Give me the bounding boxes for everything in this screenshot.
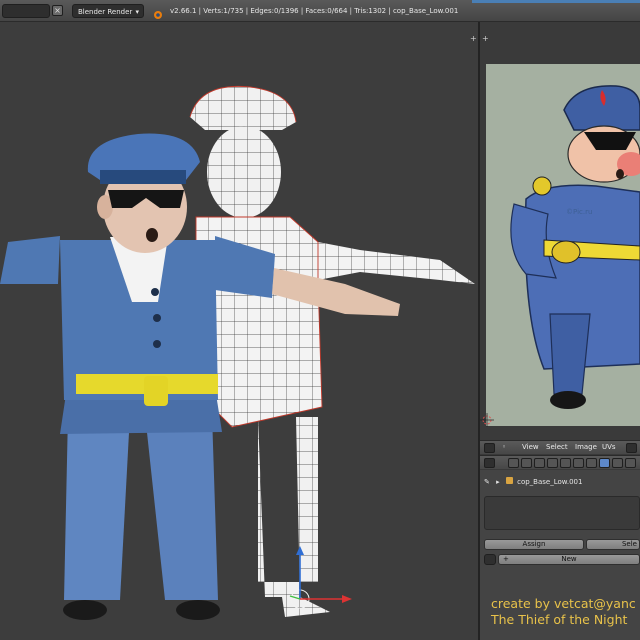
image-editor-header: ◦ View Select Image UVs [480, 440, 640, 454]
split-area-icon[interactable]: + [470, 34, 477, 43]
info-header: × Blender Render ▾ v2.66.1 | Verts:1/735… [0, 0, 640, 22]
wireframe-model [189, 85, 475, 617]
properties-header [480, 455, 640, 469]
3d-viewport[interactable] [0, 22, 478, 640]
scene-selector[interactable] [2, 4, 50, 18]
material-sphere-icon[interactable] [484, 554, 496, 565]
texture-tab-icon[interactable] [612, 458, 623, 468]
transform-gizmo[interactable] [289, 546, 352, 609]
new-material-label: New [561, 555, 577, 563]
editor-type-icon[interactable] [484, 443, 495, 453]
scene-tab-icon[interactable] [521, 458, 532, 468]
material-tab-icon[interactable] [599, 458, 610, 468]
select-button[interactable]: Sele [586, 539, 640, 550]
menu-uvs[interactable]: UVs [602, 441, 616, 454]
breadcrumb: ✎ ▸ cop_Base_Low.001 [484, 477, 582, 486]
reference-image [486, 64, 640, 426]
chevron-right-icon: ▸ [496, 478, 500, 486]
new-material-button[interactable]: + New [498, 554, 640, 565]
breadcrumb-object: cop_Base_Low.001 [517, 478, 583, 486]
menu-select[interactable]: Select [546, 441, 568, 454]
author-signature: create by vetcat@yanc The Thief of the N… [491, 596, 636, 628]
render-engine-dropdown[interactable]: Blender Render ▾ [72, 4, 144, 18]
world-tab-icon[interactable] [534, 458, 545, 468]
assign-button[interactable]: Assign [484, 539, 584, 550]
object-tab-icon[interactable] [547, 458, 558, 468]
render-engine-label: Blender Render [78, 8, 133, 16]
data-tab-icon[interactable] [586, 458, 597, 468]
close-scene-icon[interactable]: × [52, 5, 63, 16]
mesh-object-icon [505, 477, 513, 484]
material-slots-list[interactable] [484, 496, 640, 530]
chevron-down-icon: ▾ [135, 8, 139, 16]
split-area-icon[interactable]: + [482, 34, 489, 43]
reference-watermark: ©Pic.ru [566, 208, 593, 216]
menu-image[interactable]: Image [575, 441, 597, 454]
dot-icon: ◦ [502, 443, 507, 451]
image-browse-icon[interactable] [626, 443, 637, 453]
particles-tab-icon[interactable] [625, 458, 636, 468]
reference-cop-drawing [486, 64, 640, 426]
render-tab-icon[interactable] [508, 458, 519, 468]
cursor-marker-icon [480, 412, 494, 427]
plus-icon: + [503, 555, 509, 563]
pin-icon[interactable]: ✎ [484, 478, 490, 486]
scene-stats: v2.66.1 | Verts:1/735 | Edges:0/1396 | F… [170, 7, 459, 15]
modifiers-tab-icon[interactable] [573, 458, 584, 468]
signature-line-1: create by vetcat@yanc [491, 596, 636, 611]
blender-logo-icon [152, 5, 163, 19]
header-accent [472, 0, 640, 3]
menu-view[interactable]: View [522, 441, 539, 454]
viewport-canvas [0, 85, 475, 620]
constraints-tab-icon[interactable] [560, 458, 571, 468]
cop-model [0, 133, 400, 620]
editor-type-icon[interactable] [484, 458, 495, 468]
signature-line-2: The Thief of the Night [491, 612, 628, 627]
